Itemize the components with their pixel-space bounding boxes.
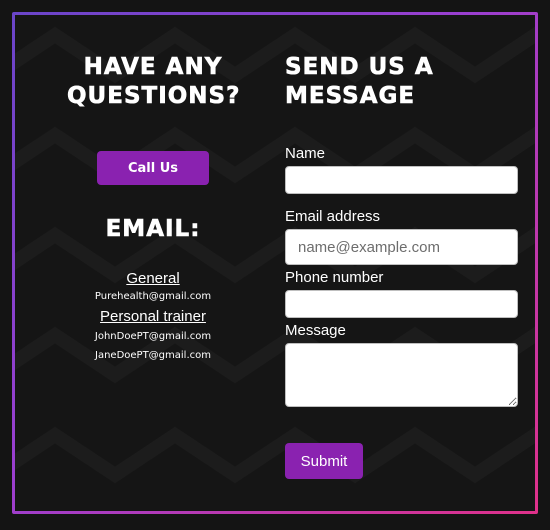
email-field[interactable] (285, 229, 518, 265)
name-label: Name (285, 145, 326, 162)
call-us-button[interactable]: Call Us (97, 151, 209, 185)
form-heading: Send us a message (285, 54, 434, 110)
contact-email: Purehealth@gmail.com (94, 291, 212, 302)
contact-email: JohnDoePT@gmail.com (94, 331, 212, 342)
message-label: Message (285, 322, 346, 339)
message-form: Send us a message Name Email address Pho… (285, 53, 518, 407)
questions-heading: Have any questions? (67, 54, 241, 110)
contact-email: JaneDoePT@gmail.com (95, 350, 211, 361)
email-heading: Email: (105, 216, 201, 243)
contact-info-column: Have any questions? Call Us Email: Gener… (67, 53, 241, 361)
contact-general-link[interactable]: General (67, 270, 239, 287)
contact-panel: Have any questions? Call Us Email: Gener… (12, 12, 538, 514)
phone-label: Phone number (285, 269, 384, 286)
phone-field[interactable] (285, 290, 518, 318)
message-field[interactable] (285, 343, 518, 407)
email-label: Email address (285, 208, 381, 225)
name-field[interactable] (285, 166, 518, 194)
submit-button[interactable]: Submit (285, 443, 363, 479)
contact-personal-trainer-link[interactable]: Personal trainer (67, 308, 239, 325)
